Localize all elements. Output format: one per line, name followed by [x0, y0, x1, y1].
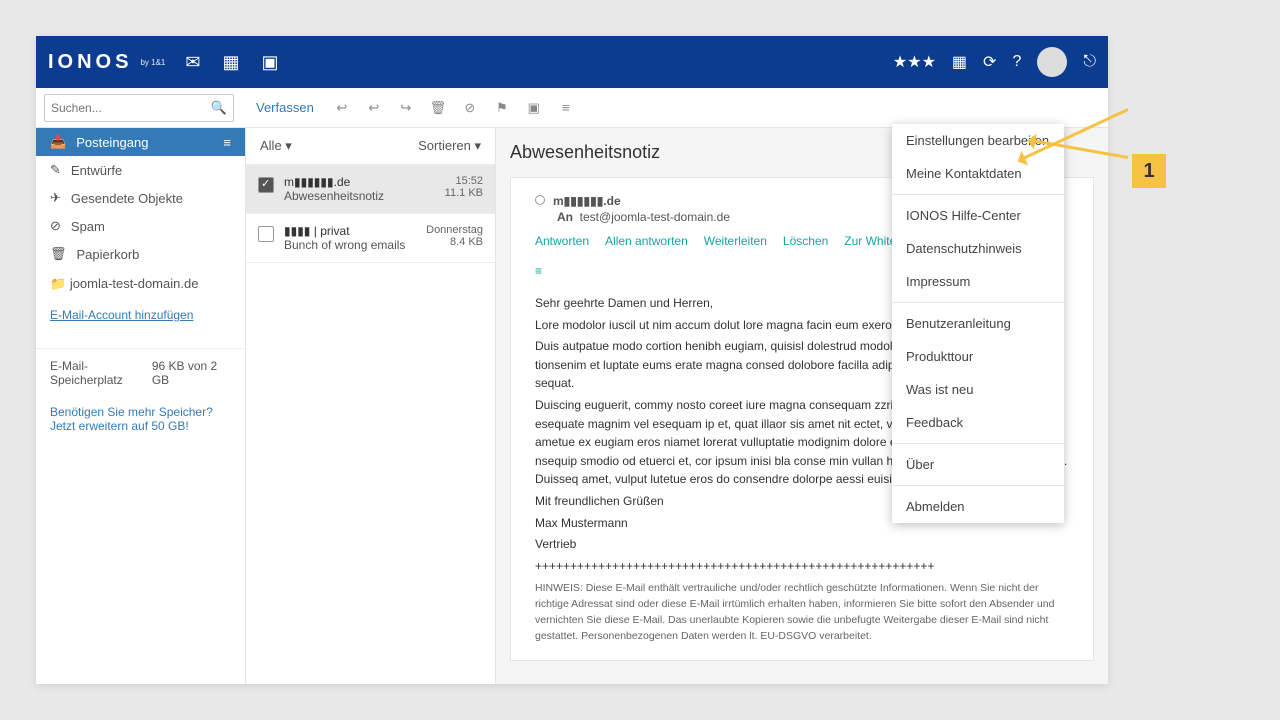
to-label: An	[557, 210, 573, 224]
storage-info: E-Mail-Speicherplatz 96 KB von 2 GB	[36, 348, 245, 397]
search-box[interactable]: 🔍	[44, 94, 234, 122]
menu-was-ist-neu[interactable]: Was ist neu	[892, 373, 1064, 406]
more-icon[interactable]: ≡	[552, 100, 580, 115]
read-status-icon[interactable]	[535, 195, 545, 205]
sidebar: 📥 Posteingang ≡ ✎ Entwürfe ✈ Gesendete Objekte…	[36, 128, 246, 684]
folder-label: Spam	[71, 219, 105, 234]
folder-spam[interactable]: ⊘ Spam	[36, 212, 245, 240]
menu-ionos-hilfe-center[interactable]: IONOS Hilfe-Center	[892, 199, 1064, 232]
mail-item[interactable]: ▮▮▮▮ | privatBunch of wrong emails Donner…	[246, 214, 495, 263]
menu-benutzeranleitung[interactable]: Benutzeranleitung	[892, 307, 1064, 340]
brand-logo: IONOS	[48, 51, 132, 74]
top-left-icons: ✉ ▦ ▣	[185, 52, 278, 73]
storage-label: E-Mail-Speicherplatz	[50, 359, 152, 387]
folder-icon: 📥	[50, 134, 66, 150]
folder-label: Gesendete Objekte	[71, 191, 183, 206]
menu-datenschutzhinweis[interactable]: Datenschutzhinweis	[892, 232, 1064, 265]
action-allen-antworten[interactable]: Allen antworten	[605, 234, 688, 248]
folder-entwürfe[interactable]: ✎ Entwürfe	[36, 156, 245, 184]
disclaimer: HINWEIS: Diese E-Mail enthält vertraulic…	[535, 581, 1069, 644]
action-more-icon[interactable]: ≡	[535, 264, 542, 278]
annotation-badge: 1	[1132, 154, 1166, 188]
avatar[interactable]	[1037, 47, 1067, 77]
forward-icon[interactable]: ↪	[392, 100, 420, 116]
to-value: test@joomla-test-domain.de	[580, 210, 730, 224]
mail-subject: Abwesenheitsnotiz	[284, 189, 435, 203]
mail-subject: Bunch of wrong emails	[284, 238, 416, 252]
sort-dropdown[interactable]: Sortieren ▾	[418, 138, 481, 154]
calendar-icon[interactable]: ▦	[222, 52, 239, 73]
top-right-icons: ★★★ ▦ ⟳ ? ⎋	[893, 47, 1096, 77]
menu-abmelden[interactable]: Abmelden	[892, 490, 1064, 523]
reply-all-icon[interactable]: ↩	[360, 100, 388, 116]
menu-produkttour[interactable]: Produkttour	[892, 340, 1064, 373]
folder-label: Entwürfe	[71, 163, 122, 178]
folder-gesendete objekte[interactable]: ✈ Gesendete Objekte	[36, 184, 245, 212]
mail-time: 15:52	[445, 175, 483, 187]
search-icon[interactable]: 🔍	[211, 100, 227, 116]
apps-grid-icon[interactable]: ▦	[952, 52, 967, 72]
body-line: Vertrieb	[535, 535, 1069, 554]
spam-icon[interactable]: ⊘	[456, 100, 484, 116]
reply-icon[interactable]: ↩	[328, 100, 356, 116]
add-account-link[interactable]: E-Mail-Account hinzufügen	[36, 300, 245, 330]
body-line: ++++++++++++++++++++++++++++++++++++++++…	[535, 557, 1069, 576]
menu-feedback[interactable]: Feedback	[892, 406, 1064, 439]
topbar: IONOS by 1&1 ✉ ▦ ▣ ★★★ ▦ ⟳ ? ⎋	[36, 36, 1108, 88]
mail-from: m▮▮▮▮▮▮.de	[284, 175, 435, 189]
storage-value: 96 KB von 2 GB	[152, 359, 231, 387]
search-input[interactable]	[51, 101, 211, 115]
folder-label: Posteingang	[76, 135, 148, 150]
compose-button[interactable]: Verfassen	[246, 94, 324, 121]
mail-size: 8.4 KB	[426, 236, 483, 248]
mail-time: Donnerstag	[426, 224, 483, 236]
mail-size: 11.1 KB	[445, 187, 483, 199]
storage-promo[interactable]: Benötigen Sie mehr Speicher? Jetzt erwei…	[36, 397, 245, 441]
contacts-icon[interactable]: ▣	[261, 52, 278, 73]
from-value: m▮▮▮▮▮▮.de	[553, 194, 621, 208]
action-löschen[interactable]: Löschen	[783, 234, 828, 248]
menu-über[interactable]: Über	[892, 448, 1064, 481]
menu-impressum[interactable]: Impressum	[892, 265, 1064, 298]
archive-icon[interactable]: ▣	[520, 100, 548, 116]
mail-from: ▮▮▮▮ | privat	[284, 224, 416, 238]
folder-icon: ✈	[50, 190, 61, 206]
logout-icon[interactable]: ⎋	[1083, 53, 1096, 71]
mail-checkbox[interactable]	[258, 226, 274, 242]
account-folder[interactable]: 📁 joomla-test-domain.de	[36, 268, 245, 300]
folder-icon: ✎	[50, 162, 61, 178]
folder-label: Papierkorb	[77, 247, 140, 262]
delete-icon[interactable]: 🗑	[424, 100, 452, 116]
menu-meine-kontaktdaten[interactable]: Meine Kontaktdaten	[892, 157, 1064, 190]
bookmark-icon[interactable]: ⚑	[488, 100, 516, 116]
brand-sub: by 1&1	[140, 58, 165, 67]
filter-dropdown[interactable]: Alle ▾	[260, 138, 292, 154]
folder-papierkorb[interactable]: 🗑 Papierkorb	[36, 240, 245, 268]
stars-icon[interactable]: ★★★	[893, 52, 936, 72]
toolbar: 🔍 Verfassen ↩ ↩ ↪ 🗑 ⊘ ⚑ ▣ ≡	[36, 88, 1108, 128]
folder-icon: ⊘	[50, 218, 61, 234]
action-antworten[interactable]: Antworten	[535, 234, 589, 248]
refresh-icon[interactable]: ⟳	[983, 52, 996, 72]
folder-posteingang[interactable]: 📥 Posteingang ≡	[36, 128, 245, 156]
mail-item[interactable]: m▮▮▮▮▮▮.deAbwesenheitsnotiz 15:5211.1 KB	[246, 165, 495, 214]
folder-icon: 🗑	[50, 246, 67, 262]
folder-menu-icon[interactable]: ≡	[223, 135, 231, 150]
user-menu: Einstellungen bearbeitenMeine Kontaktdat…	[892, 124, 1064, 523]
mail-icon[interactable]: ✉	[185, 52, 200, 73]
action-weiterleiten[interactable]: Weiterleiten	[704, 234, 767, 248]
mail-list: Alle ▾ Sortieren ▾ m▮▮▮▮▮▮.deAbwesenheit…	[246, 128, 496, 684]
help-icon[interactable]: ?	[1012, 53, 1021, 71]
mail-checkbox[interactable]	[258, 177, 274, 193]
